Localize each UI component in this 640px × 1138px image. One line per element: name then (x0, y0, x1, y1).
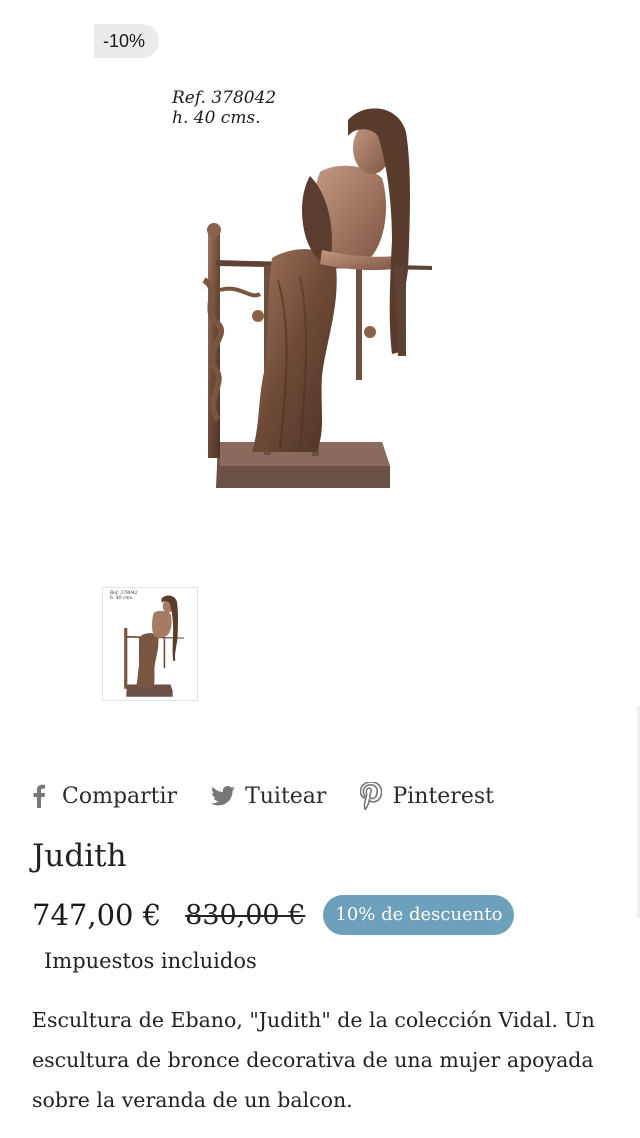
product-thumbnail[interactable]: Ref. 378042 h. 40 cms. (102, 587, 198, 701)
share-twitter-button[interactable]: Tuitear (211, 784, 326, 809)
thumbnail-image (124, 595, 184, 697)
twitter-icon (211, 786, 236, 806)
share-facebook-button[interactable]: Compartir (32, 784, 177, 809)
discount-badge: -10% (94, 24, 160, 58)
price-row: 747,00 € 830,00 € 10% de descuento (32, 894, 515, 936)
sale-price: 747,00 € (32, 898, 162, 932)
facebook-icon (33, 784, 45, 808)
product-title: Judith (32, 838, 127, 874)
product-reference: Ref. 378042 h. 40 cms. (172, 88, 276, 128)
tax-note: Impuestos incluidos (44, 949, 257, 973)
reference-height: h. 40 cms. (172, 108, 261, 128)
discount-label: 10% de descuento (323, 895, 515, 935)
share-twitter-label: Tuitear (245, 783, 327, 809)
share-bar: Compartir Tuitear Pinterest (32, 778, 494, 814)
product-image[interactable] (160, 80, 450, 500)
compare-at-price: 830,00 € (185, 899, 306, 931)
share-pinterest-label: Pinterest (392, 783, 494, 809)
share-pinterest-button[interactable]: Pinterest (360, 782, 494, 810)
reference-number: Ref. 378042 (172, 88, 277, 108)
description-text-1: Escultura de Ebano, "Judith" de la colec… (32, 1008, 595, 1032)
pinterest-icon (360, 782, 383, 810)
product-description: Escultura de Ebano, "Judith" de la colec… (32, 1000, 622, 1120)
share-facebook-label: Compartir (62, 783, 178, 809)
description-highlight: escultura de bronce decorativa (32, 1048, 356, 1072)
